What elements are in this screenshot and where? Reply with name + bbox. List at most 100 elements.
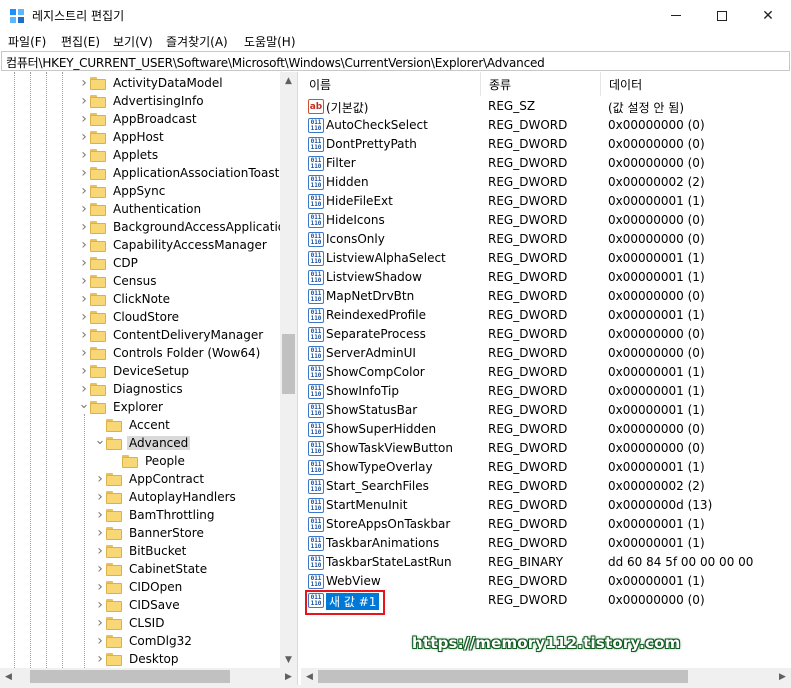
- tree-item[interactable]: ⌄ Advanced: [94, 431, 191, 452]
- scroll-left-icon[interactable]: ◀: [301, 668, 318, 685]
- scroll-right-icon[interactable]: ▶: [774, 668, 791, 685]
- value-row[interactable]: 011 110 HideIcons REG_DWORD 0x00000000 (0): [301, 211, 771, 230]
- chevron-right-icon[interactable]: ›: [78, 92, 90, 110]
- chevron-right-icon[interactable]: ›: [78, 74, 90, 92]
- chevron-right-icon[interactable]: ›: [94, 596, 106, 614]
- tree-item[interactable]: › CIDSave: [94, 596, 182, 614]
- scroll-thumb[interactable]: [318, 670, 688, 683]
- value-row[interactable]: 011 110 StoreAppsOnTaskbar REG_DWORD 0x00000…: [301, 515, 771, 534]
- menu-edit[interactable]: 편집(E): [61, 33, 100, 50]
- chevron-right-icon[interactable]: ›: [94, 614, 106, 632]
- column-header-type[interactable]: 종류: [481, 72, 601, 96]
- value-row[interactable]: 011 110 ShowInfoTip REG_DWORD 0x00000001 (1): [301, 382, 771, 401]
- value-row[interactable]: 011 110 ShowTypeOverlay REG_DWORD 0x00000001…: [301, 458, 771, 477]
- chevron-right-icon[interactable]: ›: [78, 110, 90, 128]
- tree-item[interactable]: › AdvertisingInfo: [78, 92, 206, 110]
- list-horizontal-scrollbar[interactable]: ◀ ▶: [301, 668, 791, 685]
- value-row[interactable]: 011 110 ListviewShadow REG_DWORD 0x00000001 …: [301, 268, 771, 287]
- value-row[interactable]: 011 110 ShowCompColor REG_DWORD 0x00000001 (…: [301, 363, 771, 382]
- menu-help[interactable]: 도움말(H): [244, 33, 296, 50]
- chevron-right-icon[interactable]: ›: [78, 308, 90, 326]
- chevron-right-icon[interactable]: ›: [78, 218, 90, 236]
- chevron-right-icon[interactable]: ›: [78, 182, 90, 200]
- chevron-right-icon[interactable]: ›: [94, 524, 106, 542]
- scroll-thumb[interactable]: [282, 334, 295, 394]
- tree-item[interactable]: › CIDOpen: [94, 578, 184, 596]
- tree-item[interactable]: › AutoplayHandlers: [94, 488, 238, 506]
- value-row[interactable]: 011 110 IconsOnly REG_DWORD 0x00000000 (0): [301, 230, 771, 249]
- chevron-right-icon[interactable]: ›: [78, 254, 90, 272]
- tree-item[interactable]: › CapabilityAccessManager: [78, 236, 269, 254]
- scroll-thumb[interactable]: [30, 670, 230, 683]
- address-bar[interactable]: 컴퓨터\HKEY_CURRENT_USER\Software\Microsoft…: [1, 51, 790, 71]
- value-row[interactable]: 011 110 ServerAdminUI REG_DWORD 0x00000000 (…: [301, 344, 771, 363]
- value-row[interactable]: 011 110 ListviewAlphaSelect REG_DWORD 0x0000…: [301, 249, 771, 268]
- scroll-down-icon[interactable]: ▼: [280, 651, 297, 668]
- chevron-right-icon[interactable]: ›: [78, 236, 90, 254]
- value-row[interactable]: 011 110 AutoCheckSelect REG_DWORD 0x00000000…: [301, 116, 771, 135]
- chevron-right-icon[interactable]: ›: [78, 326, 90, 344]
- chevron-right-icon[interactable]: ›: [78, 146, 90, 164]
- tree-item[interactable]: › AppContract: [94, 470, 206, 488]
- tree-item[interactable]: › BamThrottling: [94, 506, 217, 524]
- maximize-button[interactable]: [699, 0, 745, 31]
- tree-horizontal-scrollbar[interactable]: ◀ ▶: [0, 668, 297, 685]
- menu-view[interactable]: 보기(V): [113, 33, 153, 50]
- menu-favorites[interactable]: 즐겨찾기(A): [166, 33, 228, 50]
- column-header-data[interactable]: 데이터: [601, 72, 791, 96]
- tree-item[interactable]: › CloudStore: [78, 308, 181, 326]
- value-row[interactable]: 011 110 WebView REG_DWORD 0x00000001 (1): [301, 572, 771, 591]
- chevron-right-icon[interactable]: ›: [94, 488, 106, 506]
- value-row[interactable]: 011 110 ReindexedProfile REG_DWORD 0x0000000…: [301, 306, 771, 325]
- tree-item[interactable]: › ClickNote: [78, 290, 172, 308]
- value-row[interactable]: 011 110 Filter REG_DWORD 0x00000000 (0): [301, 154, 771, 173]
- value-row[interactable]: 011 110 DontPrettyPath REG_DWORD 0x00000000 …: [301, 135, 771, 154]
- tree-item[interactable]: › AppBroadcast: [78, 110, 199, 128]
- tree-item[interactable]: › DeviceSetup: [78, 362, 191, 380]
- chevron-right-icon[interactable]: ›: [78, 290, 90, 308]
- tree-item[interactable]: › Controls Folder (Wow64): [78, 344, 262, 362]
- chevron-right-icon[interactable]: ›: [94, 470, 106, 488]
- menu-file[interactable]: 파일(F): [8, 33, 46, 50]
- tree-vertical-scrollbar[interactable]: ▲ ▼: [280, 72, 297, 668]
- chevron-right-icon[interactable]: ›: [78, 272, 90, 290]
- tree-item[interactable]: › CDP: [78, 254, 140, 272]
- tree-item[interactable]: › CabinetState: [94, 560, 209, 578]
- minimize-button[interactable]: [653, 0, 699, 31]
- tree-item[interactable]: › ApplicationAssociationToasts: [78, 164, 288, 182]
- tree-item[interactable]: › Applets: [78, 146, 160, 164]
- value-row[interactable]: 011 110 Hidden REG_DWORD 0x00000002 (2): [301, 173, 771, 192]
- value-row[interactable]: 011 110 Start_SearchFiles REG_DWORD 0x000000…: [301, 477, 771, 496]
- tree-item[interactable]: › BackgroundAccessApplications: [78, 218, 297, 236]
- chevron-right-icon[interactable]: ›: [78, 200, 90, 218]
- scroll-left-icon[interactable]: ◀: [0, 668, 17, 685]
- scroll-right-icon[interactable]: ▶: [280, 668, 297, 685]
- tree-item[interactable]: People: [110, 452, 187, 470]
- chevron-right-icon[interactable]: ›: [94, 506, 106, 524]
- chevron-right-icon[interactable]: ›: [78, 164, 90, 182]
- chevron-down-icon[interactable]: ⌄: [78, 395, 90, 413]
- column-header-name[interactable]: 이름: [301, 72, 481, 96]
- chevron-right-icon[interactable]: ›: [94, 650, 106, 668]
- tree-item[interactable]: › ComDlg32: [94, 632, 194, 650]
- chevron-down-icon[interactable]: ⌄: [94, 431, 106, 449]
- value-row[interactable]: 011 110 ShowSuperHidden REG_DWORD 0x00000000…: [301, 420, 771, 439]
- chevron-right-icon[interactable]: ›: [78, 344, 90, 362]
- value-row[interactable]: 011 110 MapNetDrvBtn REG_DWORD 0x00000000 (0…: [301, 287, 771, 306]
- tree-item[interactable]: › ContentDeliveryManager: [78, 326, 265, 344]
- tree-item[interactable]: › BitBucket: [94, 542, 188, 560]
- value-row[interactable]: 011 110 TaskbarAnimations REG_DWORD 0x000000…: [301, 534, 771, 553]
- chevron-right-icon[interactable]: ›: [94, 560, 106, 578]
- value-row[interactable]: 011 110 TaskbarStateLastRun REG_BINARY dd 60…: [301, 553, 771, 572]
- tree-item[interactable]: › Diagnostics: [78, 380, 185, 398]
- tree-item[interactable]: › BannerStore: [94, 524, 206, 542]
- value-row[interactable]: 011 110 SeparateProcess REG_DWORD 0x00000000…: [301, 325, 771, 344]
- value-row[interactable]: 011 110 ShowStatusBar REG_DWORD 0x00000001 (…: [301, 401, 771, 420]
- value-row[interactable]: 011 110 StartMenuInit REG_DWORD 0x0000000d (…: [301, 496, 771, 515]
- scroll-up-icon[interactable]: ▲: [280, 72, 297, 89]
- chevron-right-icon[interactable]: ›: [94, 632, 106, 650]
- tree-item[interactable]: › AppHost: [78, 128, 166, 146]
- tree-item[interactable]: › ActivityDataModel: [78, 74, 225, 92]
- tree-item[interactable]: › Census: [78, 272, 158, 290]
- chevron-right-icon[interactable]: ›: [94, 578, 106, 596]
